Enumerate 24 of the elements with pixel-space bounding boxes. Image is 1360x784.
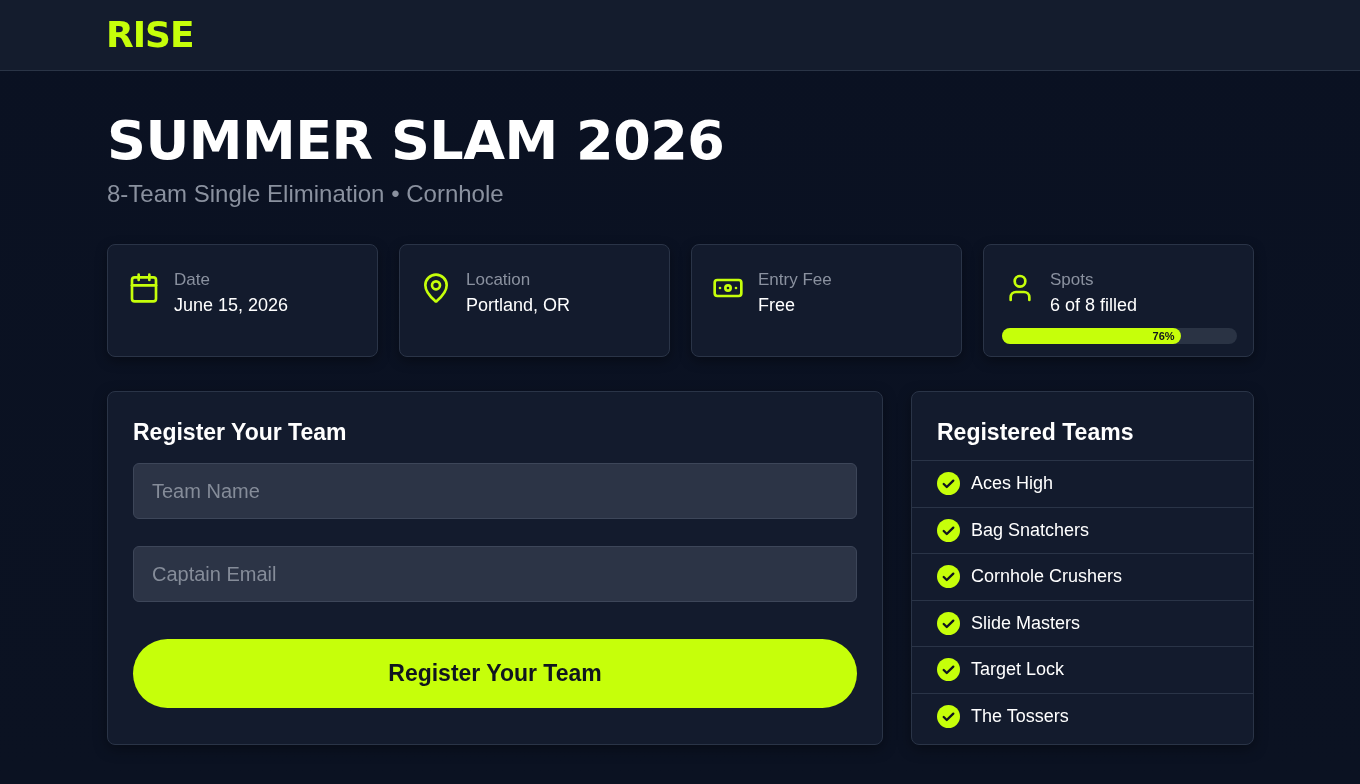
input-field[interactable]: Team Name [133, 463, 857, 519]
info-label: Spots [1050, 269, 1094, 290]
event-subtitle: 8-Team Single Elimination • Cornhole [107, 179, 504, 209]
info-value: Portland, OR [466, 294, 571, 316]
teams-title: Registered Teams [937, 418, 1134, 446]
info-label: Entry Fee [758, 269, 832, 290]
info-label: Location [466, 269, 531, 290]
team-name: The Tossers [971, 706, 1069, 728]
info-value: Free [758, 294, 795, 316]
input-field[interactable]: Captain Email [133, 546, 857, 602]
info-label: Date [174, 269, 210, 290]
logo: RISE [106, 17, 194, 53]
register-button[interactable]: Register Your Team [133, 639, 857, 708]
info-value: June 15, 2026 [174, 294, 289, 316]
calendar-icon [128, 272, 160, 304]
team-name: Aces High [971, 473, 1054, 495]
progress-reading: 76% [1152, 330, 1175, 342]
info-value: 6 of 8 filled [1050, 294, 1138, 316]
team-name: Target Lock [971, 659, 1065, 681]
form-title: Register Your Team [133, 418, 347, 446]
event-title: SUMMER SLAM 2026 [107, 109, 725, 173]
team-name: Cornhole Crushers [971, 566, 1123, 588]
team-name: Slide Masters [971, 612, 1081, 634]
team-name: Bag Snatchers [971, 519, 1090, 541]
